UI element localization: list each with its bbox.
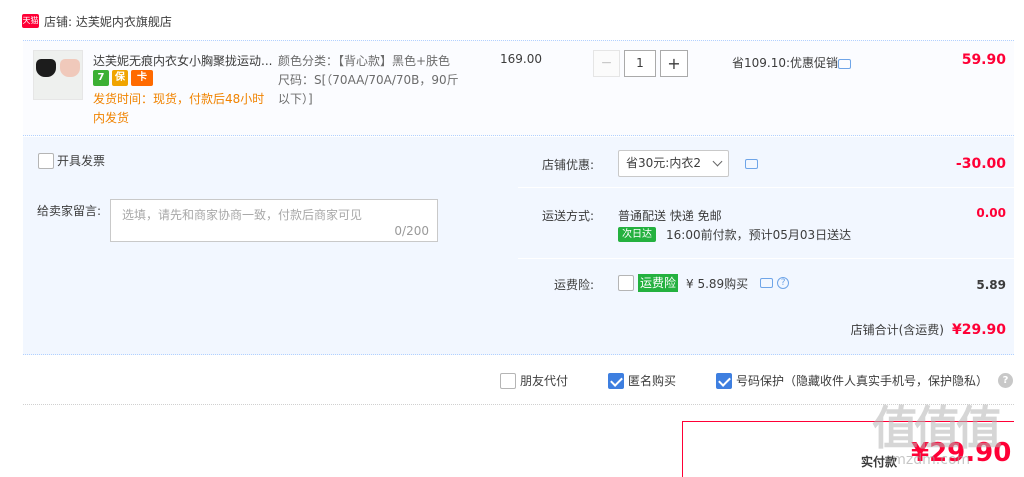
smzdm-watermark-logo: 值值值 xyxy=(872,401,1002,455)
anonymous-purchase-checkbox[interactable] xyxy=(608,372,624,389)
quantity-input[interactable]: 1 xyxy=(624,50,656,77)
chevron-down-icon xyxy=(712,156,723,167)
quantity-decrease-button[interactable]: − xyxy=(593,50,620,77)
sku-size: 尺码：S[（70AA/70A/70B，90斤以下）] xyxy=(278,73,459,106)
help-icon[interactable]: ? xyxy=(998,373,1013,388)
shop-total-bar: 店铺合计(含运费) ¥29.90 xyxy=(23,305,1014,355)
anonymous-purchase-label: 匿名购买 xyxy=(628,374,677,388)
chat-bubble-icon[interactable] xyxy=(838,59,851,69)
item-subtotal: 59.90 xyxy=(961,52,1006,68)
insurance-label: 运费险: xyxy=(554,278,595,292)
next-day-delivery-badge: 次日达 xyxy=(618,227,656,242)
number-protection-label: 号码保护（隐藏收件人真实手机号，保护隐私） xyxy=(736,374,989,388)
promotion-text: 省109.10:优惠促销 xyxy=(732,56,839,70)
shop-name-link[interactable]: 店铺: 达芙妮内衣旗舰店 xyxy=(44,13,172,30)
shipping-insurance-checkbox[interactable] xyxy=(618,275,634,291)
order-item-row: 达芙妮无痕内衣女小胸聚拢运动... 7 保 卡 发货时间：现货，付款后48小时内… xyxy=(23,40,1014,136)
coupon-selected-value: 省30元:内衣2 xyxy=(626,156,701,170)
checkout-options: 朋友代付 匿名购买 号码保护（隐藏收件人真实手机号，保护隐私） ? xyxy=(23,367,1014,395)
number-protection-checkbox[interactable] xyxy=(716,372,732,389)
coupon-label: 店铺优惠: xyxy=(542,158,595,172)
shop-coupon-select[interactable]: 省30元:内衣2 xyxy=(618,150,729,177)
order-options-panel: 店铺优惠: 省30元:内衣2 -30.00 运送方式: 普通配送 快递 免邮 次… xyxy=(518,137,1014,305)
shipping-method: 普通配送 快递 免邮 xyxy=(618,209,722,223)
message-placeholder: 选填，请先和商家协商一致，付款后商家可见 xyxy=(122,208,363,222)
seven-day-return-icon[interactable]: 7 xyxy=(93,70,109,86)
product-image-nude xyxy=(60,59,80,77)
tmall-icon: 天猫 xyxy=(22,14,39,28)
shipping-label: 运送方式: xyxy=(542,209,595,223)
help-icon[interactable]: ? xyxy=(777,277,790,289)
sku-color: 颜色分类：【背心款】黑色+肤色 xyxy=(278,54,451,68)
insurance-tag: 运费险 xyxy=(638,274,679,292)
shop-total-label: 店铺合计(含运费) xyxy=(850,323,944,337)
order-notes-panel: 开具发票 给卖家留言: 选填，请先和商家协商一致，付款后商家可见 0/200 xyxy=(23,137,518,305)
card-payment-icon[interactable]: 卡 xyxy=(131,70,153,86)
product-title-link[interactable]: 达芙妮无痕内衣女小胸聚拢运动... xyxy=(93,52,272,69)
friend-pay-checkbox[interactable] xyxy=(500,372,516,389)
chat-bubble-icon[interactable] xyxy=(745,159,758,169)
shipping-time-note: 发货时间：现货，付款后48小时内发货 xyxy=(93,92,265,125)
guarantee-icon[interactable]: 保 xyxy=(112,70,128,86)
invoice-label: 开具发票 xyxy=(57,154,106,168)
product-image-black xyxy=(36,59,56,77)
friend-pay-label: 朋友代付 xyxy=(520,374,569,388)
divider xyxy=(518,258,1014,259)
insurance-price: ¥ 5.89购买 xyxy=(686,276,749,291)
message-label: 给卖家留言: xyxy=(37,204,102,218)
invoice-checkbox[interactable] xyxy=(38,152,54,169)
shop-total-amount: ¥29.90 xyxy=(951,321,1006,338)
sku-info: 颜色分类：【背心款】黑色+肤色 尺码：S[（70AA/70A/70B，90斤以下… xyxy=(278,52,460,109)
message-char-count: 0/200 xyxy=(394,224,429,238)
insurance-amount: 5.89 xyxy=(976,278,1006,292)
watermark-url: smzdm.com xyxy=(885,452,971,468)
service-icons: 7 保 卡 xyxy=(93,70,153,86)
coupon-amount: -30.00 xyxy=(955,156,1006,172)
divider xyxy=(518,187,1014,188)
unit-price: 169.00 xyxy=(500,52,542,66)
divider xyxy=(23,404,1014,405)
chat-bubble-icon[interactable] xyxy=(760,278,774,288)
shipping-amount: 0.00 xyxy=(976,206,1006,220)
delivery-estimate: 16:00前付款，预计05月03日送达 xyxy=(666,228,852,242)
quantity-increase-button[interactable]: + xyxy=(660,50,688,77)
seller-message-textarea[interactable]: 选填，请先和商家协商一致，付款后商家可见 0/200 xyxy=(110,199,438,242)
product-thumbnail[interactable] xyxy=(33,50,83,100)
